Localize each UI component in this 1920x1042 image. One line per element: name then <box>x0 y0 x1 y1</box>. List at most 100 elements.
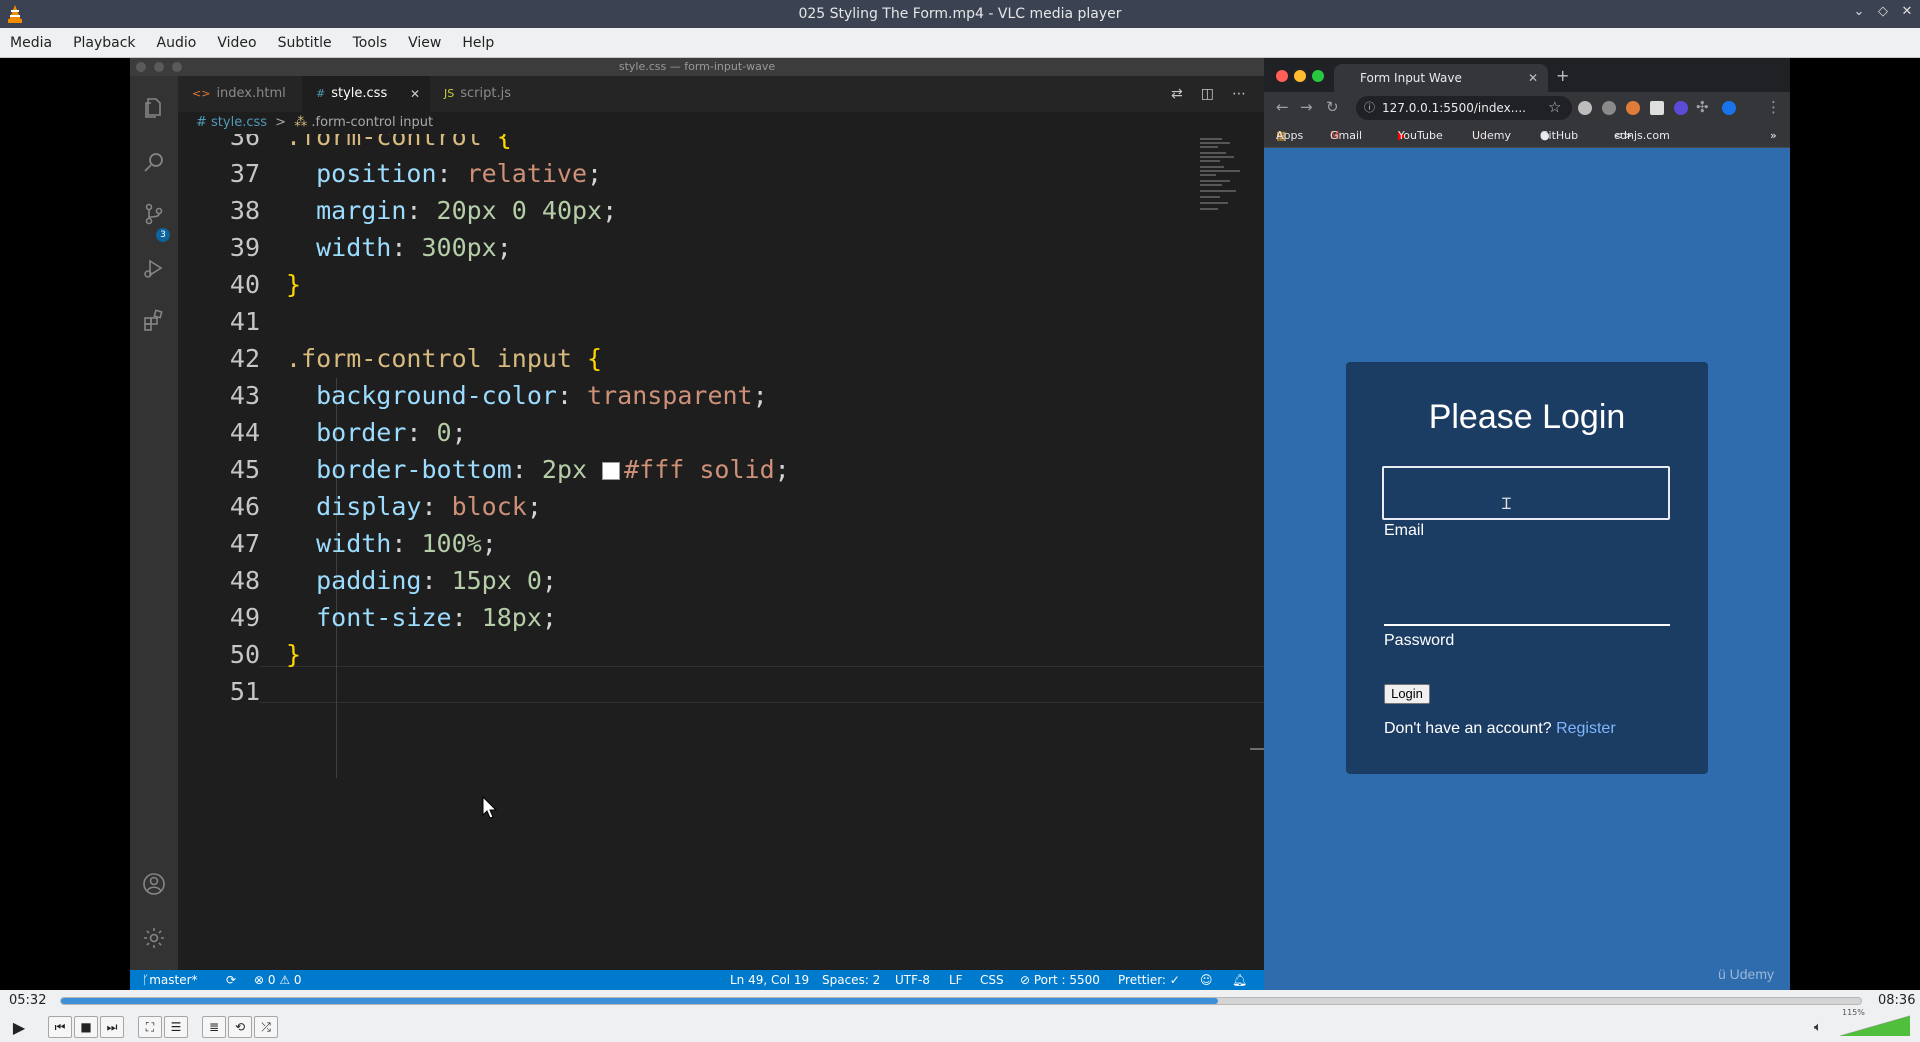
eol-status[interactable]: LF <box>949 970 963 990</box>
extended-settings-button[interactable]: ☰ <box>164 1016 188 1038</box>
password-input[interactable] <box>1384 624 1670 626</box>
language-mode[interactable]: CSS <box>980 970 1004 990</box>
menu-help[interactable]: Help <box>452 35 505 51</box>
extension-icon[interactable] <box>1674 101 1688 115</box>
code-line[interactable]: 45 border-bottom: 2px #fff solid; <box>178 451 1198 488</box>
shuffle-button[interactable]: ⤮ <box>254 1016 278 1038</box>
extension-icon[interactable] <box>1602 101 1616 115</box>
fullscreen-button[interactable]: ⛶ <box>138 1016 162 1038</box>
mac-minimize-icon[interactable] <box>1294 70 1306 82</box>
run-debug-icon[interactable] <box>142 256 166 280</box>
new-tab-icon[interactable]: + <box>1556 66 1569 85</box>
next-button[interactable]: ⏭ <box>100 1016 124 1038</box>
email-input[interactable]: deeded Ɪ <box>1382 466 1670 520</box>
code-line[interactable]: 44 border: 0; <box>178 414 1198 451</box>
stop-button[interactable]: ■ <box>74 1016 98 1038</box>
tab-script-js[interactable]: JS script.js <box>430 76 538 112</box>
code-line[interactable]: 42 .form-control input { <box>178 340 1198 377</box>
live-server-port[interactable]: ⊘ Port : 5500 <box>1020 970 1100 990</box>
mac-zoom-icon[interactable] <box>1312 70 1324 82</box>
code-line[interactable]: 49 font-size: 18px; <box>178 599 1198 636</box>
code-line[interactable]: 50} <box>178 636 1198 673</box>
bookmarks-overflow-icon[interactable]: » <box>1770 124 1777 148</box>
problems-status[interactable]: ⊗ 0 ⚠ 0 <box>254 970 302 990</box>
search-icon[interactable] <box>142 150 166 174</box>
indentation-status[interactable]: Spaces: 2 <box>822 970 880 990</box>
split-editor-icon[interactable]: ◫ <box>1201 86 1214 102</box>
open-changes-icon[interactable]: ⇄ <box>1171 86 1183 102</box>
play-button[interactable]: ▶ <box>6 1016 32 1038</box>
menu-subtitle[interactable]: Subtitle <box>268 35 343 51</box>
prettier-status[interactable]: Prettier: ✓ <box>1118 970 1180 990</box>
code-line[interactable]: 40} <box>178 266 1198 303</box>
source-control-icon[interactable] <box>142 202 166 226</box>
reload-icon[interactable]: ↻ <box>1326 98 1339 116</box>
breadcrumb-symbol[interactable]: .form-control input <box>311 115 433 130</box>
loop-button[interactable]: ⟲ <box>228 1016 252 1038</box>
tab-index-html[interactable]: <> index.html <box>178 76 302 112</box>
code-line[interactable]: 36 .form-control { <box>178 134 1198 155</box>
login-button[interactable]: Login <box>1384 684 1430 704</box>
git-branch[interactable]: ᚴ master* <box>142 970 198 990</box>
close-tab-icon[interactable]: ✕ <box>1528 64 1538 92</box>
more-actions-icon[interactable]: ⋯ <box>1232 86 1246 102</box>
code-editor[interactable]: 36 .form-control {37 position: relative; 3… <box>178 134 1264 970</box>
menu-view[interactable]: View <box>398 35 452 51</box>
register-link[interactable]: Register <box>1556 720 1616 737</box>
code-line[interactable]: 48 padding: 15px 0; <box>178 562 1198 599</box>
browser-tab[interactable]: Form Input Wave ✕ <box>1334 64 1548 92</box>
code-line[interactable]: 37 position: relative; <box>178 155 1198 192</box>
code-line[interactable]: 41 <box>178 303 1198 340</box>
menu-media[interactable]: Media <box>0 35 63 51</box>
extension-icon[interactable] <box>1626 101 1640 115</box>
forward-icon[interactable]: → <box>1300 98 1313 116</box>
account-icon[interactable] <box>142 872 166 896</box>
back-icon[interactable]: ← <box>1276 98 1289 116</box>
close-tab-icon[interactable]: ✕ <box>410 76 420 112</box>
menu-audio[interactable]: Audio <box>147 35 208 51</box>
menu-playback[interactable]: Playback <box>63 35 146 51</box>
site-info-icon[interactable]: ⓘ <box>1364 96 1375 120</box>
video-area[interactable]: style.css — form-input-wave 3 <> index.ht… <box>0 58 1920 990</box>
maximize-icon[interactable]: ◇ <box>1876 4 1890 19</box>
notifications-bell-icon[interactable]: 🔔︎ <box>1232 970 1247 990</box>
close-icon[interactable]: ✕ <box>1900 4 1914 19</box>
cursor-position[interactable]: Ln 49, Col 19 <box>730 970 809 990</box>
code-line[interactable]: 51 <box>178 673 1198 710</box>
code-line[interactable]: 47 width: 100%; <box>178 525 1198 562</box>
extension-icon[interactable] <box>1650 101 1664 115</box>
minimize-icon[interactable]: ⌄ <box>1852 4 1866 19</box>
code-line[interactable]: 43 background-color: transparent; <box>178 377 1198 414</box>
color-swatch[interactable] <box>602 462 621 480</box>
speaker-icon[interactable]: 🔈︎ <box>1814 1020 1822 1035</box>
browser-menu-icon[interactable]: ⋮ <box>1766 98 1781 116</box>
code-line[interactable]: 38 margin: 20px 0 40px; <box>178 192 1198 229</box>
volume-slider[interactable] <box>1840 1014 1910 1036</box>
breadcrumb-file[interactable]: # style.css <box>196 115 267 130</box>
menu-tools[interactable]: Tools <box>343 35 399 51</box>
editor-scrollbar[interactable] <box>1250 748 1264 750</box>
settings-gear-icon[interactable] <box>142 926 166 950</box>
profile-avatar[interactable] <box>1722 101 1736 115</box>
elapsed-time[interactable]: 05:32 <box>9 993 46 1008</box>
code-line[interactable]: 39 width: 300px; <box>178 229 1198 266</box>
address-bar[interactable]: ⓘ 127.0.0.1:5500/index.... <box>1356 96 1572 120</box>
minimap[interactable] <box>1194 134 1250 218</box>
total-time[interactable]: 08:36 <box>1878 993 1915 1008</box>
playlist-button[interactable]: ≣ <box>202 1016 226 1038</box>
code-text: margin: 20px 0 40px; <box>286 192 617 229</box>
previous-button[interactable]: ⏮ <box>48 1016 72 1038</box>
extension-icon[interactable] <box>1578 101 1592 115</box>
bookmark-star-icon[interactable]: ☆ <box>1548 98 1561 116</box>
feedback-icon[interactable]: ☺ <box>1200 970 1213 990</box>
mac-close-icon[interactable] <box>1276 70 1288 82</box>
sync-icon[interactable]: ⟳ <box>226 970 236 990</box>
explorer-icon[interactable] <box>142 96 166 120</box>
tab-style-css[interactable]: # style.css ✕ <box>302 76 430 112</box>
seek-bar[interactable] <box>60 997 1862 1005</box>
encoding-status[interactable]: UTF-8 <box>895 970 930 990</box>
code-line[interactable]: 46 display: block; <box>178 488 1198 525</box>
menu-video[interactable]: Video <box>207 35 267 51</box>
extensions-puzzle-icon[interactable]: ✣ <box>1696 98 1709 116</box>
extensions-icon[interactable] <box>142 308 166 332</box>
